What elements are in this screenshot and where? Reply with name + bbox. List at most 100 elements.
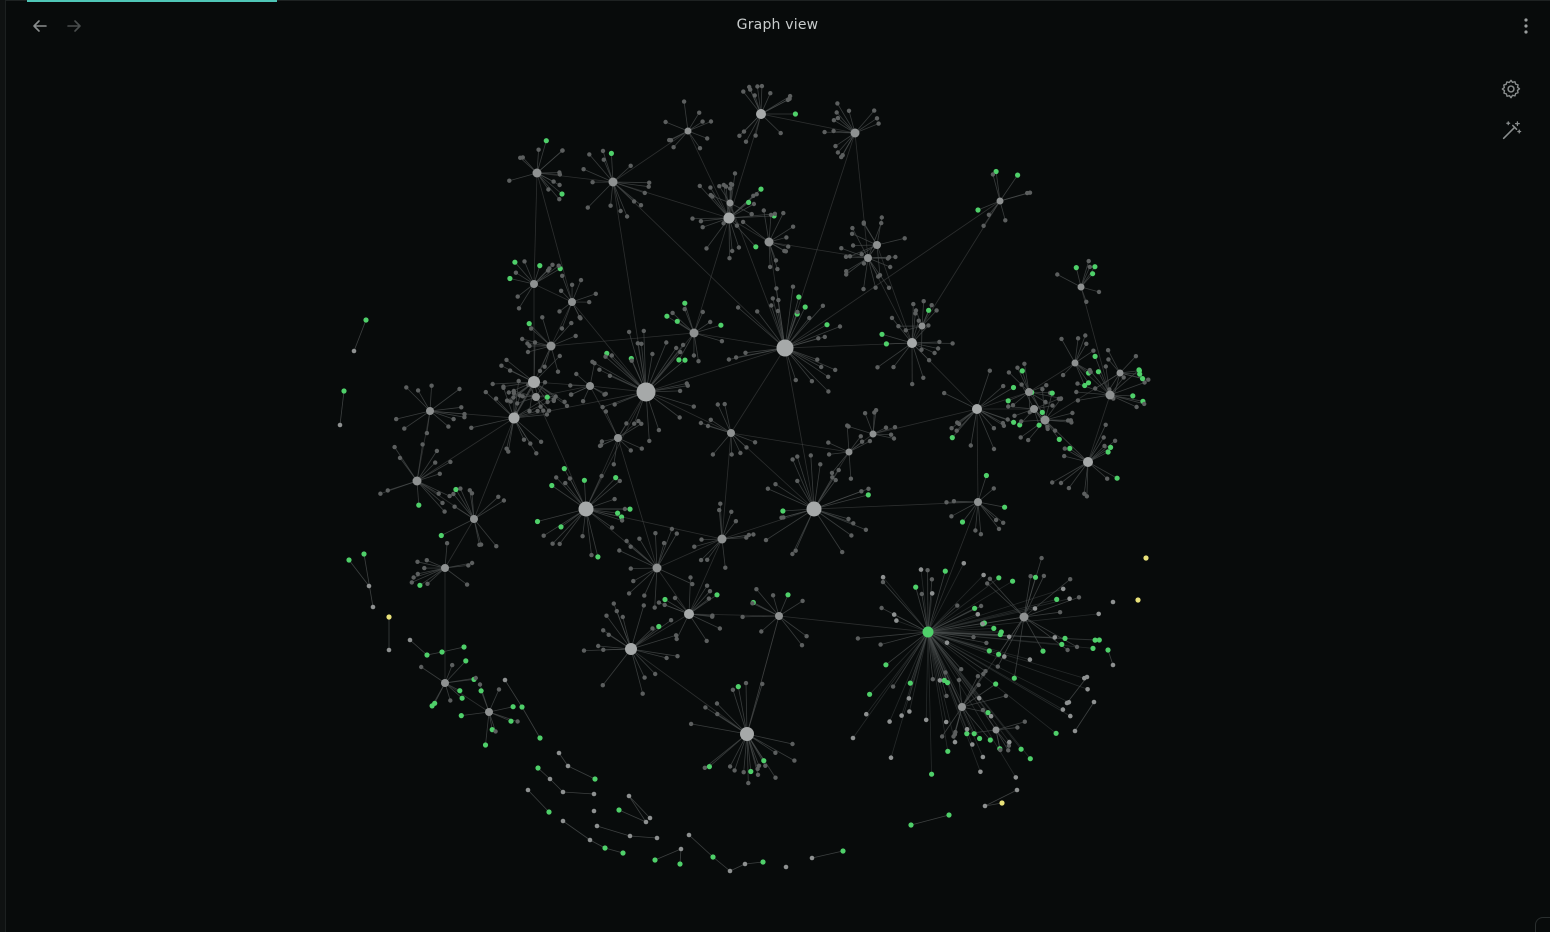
- graph-node-leaf[interactable]: [1076, 595, 1082, 600]
- graph-node-leaf[interactable]: [919, 347, 924, 352]
- graph-node-leaf[interactable]: [775, 308, 781, 314]
- graph-node-leaf[interactable]: [926, 358, 932, 363]
- graph-node-attachment[interactable]: [945, 748, 951, 754]
- graph-node-leaf[interactable]: [826, 374, 831, 379]
- graph-node-leaf[interactable]: [518, 155, 523, 160]
- graph-node-leaf[interactable]: [1003, 218, 1008, 223]
- graph-node-leaf[interactable]: [816, 336, 821, 341]
- graph-node-leaf[interactable]: [729, 452, 734, 457]
- graph-node[interactable]: [643, 819, 649, 825]
- graph-node-leaf[interactable]: [826, 452, 832, 457]
- graph-node-leaf[interactable]: [1010, 403, 1016, 408]
- graph-node-leaf[interactable]: [1019, 419, 1024, 424]
- graph-node-leaf[interactable]: [859, 252, 864, 257]
- graph-node-hub[interactable]: [907, 338, 917, 348]
- graph-node-hub[interactable]: [625, 643, 637, 655]
- graph-node-leaf[interactable]: [819, 364, 824, 370]
- graph-node-attachment[interactable]: [792, 111, 799, 117]
- graph-node-leaf[interactable]: [829, 470, 835, 476]
- graph-node-leaf[interactable]: [951, 499, 957, 504]
- graph-node-leaf[interactable]: [849, 231, 855, 236]
- graph-node-attachment[interactable]: [543, 138, 549, 144]
- graph-node-leaf[interactable]: [1058, 480, 1064, 486]
- graph-node-leaf[interactable]: [680, 342, 686, 348]
- graph-node[interactable]: [1067, 596, 1072, 601]
- graph-node-leaf[interactable]: [773, 775, 778, 780]
- graph-node-hub[interactable]: [508, 412, 520, 424]
- graph-node-leaf[interactable]: [929, 577, 935, 582]
- graph-node-leaf[interactable]: [717, 626, 723, 631]
- graph-node-leaf[interactable]: [785, 97, 791, 103]
- graph-node-attachment[interactable]: [1036, 422, 1042, 428]
- graph-node[interactable]: [1014, 787, 1020, 793]
- graph-node-leaf[interactable]: [691, 404, 696, 409]
- graph-node-attachment[interactable]: [424, 652, 430, 658]
- graph-node-leaf[interactable]: [800, 598, 805, 604]
- graph-node-leaf[interactable]: [875, 365, 880, 370]
- graph-node-attachment[interactable]: [907, 680, 913, 686]
- graph-node-leaf[interactable]: [939, 734, 945, 739]
- graph-node-leaf[interactable]: [557, 353, 562, 359]
- graph-node-leaf[interactable]: [606, 632, 611, 637]
- graph-node[interactable]: [626, 793, 632, 799]
- graph-node[interactable]: [337, 422, 343, 428]
- graph-node-leaf[interactable]: [448, 459, 453, 465]
- graph-node-attachment[interactable]: [346, 557, 352, 563]
- graph-node-attachment[interactable]: [986, 648, 992, 654]
- graph-node[interactable]: [525, 787, 531, 793]
- graph-node[interactable]: [502, 677, 508, 683]
- graph-node-leaf[interactable]: [670, 310, 675, 316]
- graph-node[interactable]: [891, 612, 897, 617]
- graph-node-leaf[interactable]: [1015, 365, 1020, 370]
- graph-node-leaf[interactable]: [636, 418, 641, 424]
- graph-node-leaf[interactable]: [551, 179, 556, 184]
- graph-node-leaf[interactable]: [511, 388, 516, 394]
- graph-node-hub[interactable]: [470, 515, 478, 523]
- graph-node-leaf[interactable]: [698, 219, 704, 224]
- graph-node-attachment[interactable]: [682, 357, 688, 363]
- graph-node-leaf[interactable]: [1068, 418, 1074, 423]
- graph-node-leaf[interactable]: [959, 667, 964, 672]
- graph-node-attachment[interactable]: [674, 318, 680, 324]
- graph-node-leaf[interactable]: [1059, 336, 1064, 342]
- graph-node-leaf[interactable]: [976, 682, 981, 688]
- graph-node-leaf[interactable]: [617, 548, 622, 553]
- graph-node-leaf[interactable]: [949, 426, 954, 431]
- graph-node-hub[interactable]: [864, 254, 872, 262]
- graph-node-leaf[interactable]: [581, 167, 586, 172]
- graph-node-leaf[interactable]: [1084, 299, 1089, 304]
- graph-node[interactable]: [565, 763, 571, 769]
- graph-node-hub[interactable]: [922, 626, 934, 638]
- graph-node-leaf[interactable]: [578, 277, 584, 283]
- graph-node-leaf[interactable]: [753, 133, 758, 138]
- graph-node-leaf[interactable]: [1001, 383, 1006, 389]
- animate-graph-button[interactable]: [1496, 116, 1526, 146]
- graph-node-leaf[interactable]: [663, 119, 668, 125]
- graph-node-leaf[interactable]: [585, 205, 590, 210]
- graph-node-leaf[interactable]: [385, 488, 390, 493]
- graph-node-leaf[interactable]: [891, 364, 896, 370]
- graph-node-leaf[interactable]: [833, 367, 838, 373]
- graph-node-leaf[interactable]: [661, 540, 667, 546]
- graph-node[interactable]: [1085, 687, 1090, 692]
- graph-node-leaf[interactable]: [580, 534, 585, 539]
- graph-node-leaf[interactable]: [737, 133, 742, 138]
- graph-node-leaf[interactable]: [612, 402, 617, 407]
- graph-node-leaf[interactable]: [700, 309, 705, 315]
- graph-node-leaf[interactable]: [727, 186, 733, 191]
- graph-node-hub[interactable]: [1019, 612, 1029, 622]
- graph-node-leaf[interactable]: [826, 440, 831, 445]
- graph-node-hub[interactable]: [845, 448, 853, 456]
- graph-node-leaf[interactable]: [831, 118, 837, 123]
- graph-node-leaf[interactable]: [466, 563, 471, 568]
- graph-node-attachment[interactable]: [1105, 449, 1111, 455]
- graph-node-unresolved[interactable]: [1143, 555, 1149, 561]
- graph-node-leaf[interactable]: [540, 315, 545, 320]
- graph-node-attachment[interactable]: [558, 524, 564, 530]
- graph-node-leaf[interactable]: [668, 618, 674, 623]
- graph-node-attachment[interactable]: [1139, 376, 1146, 382]
- graph-node-leaf[interactable]: [631, 199, 637, 204]
- graph-node-leaf[interactable]: [639, 341, 644, 346]
- graph-node-hub[interactable]: [850, 128, 860, 138]
- graph-node-attachment[interactable]: [526, 321, 532, 327]
